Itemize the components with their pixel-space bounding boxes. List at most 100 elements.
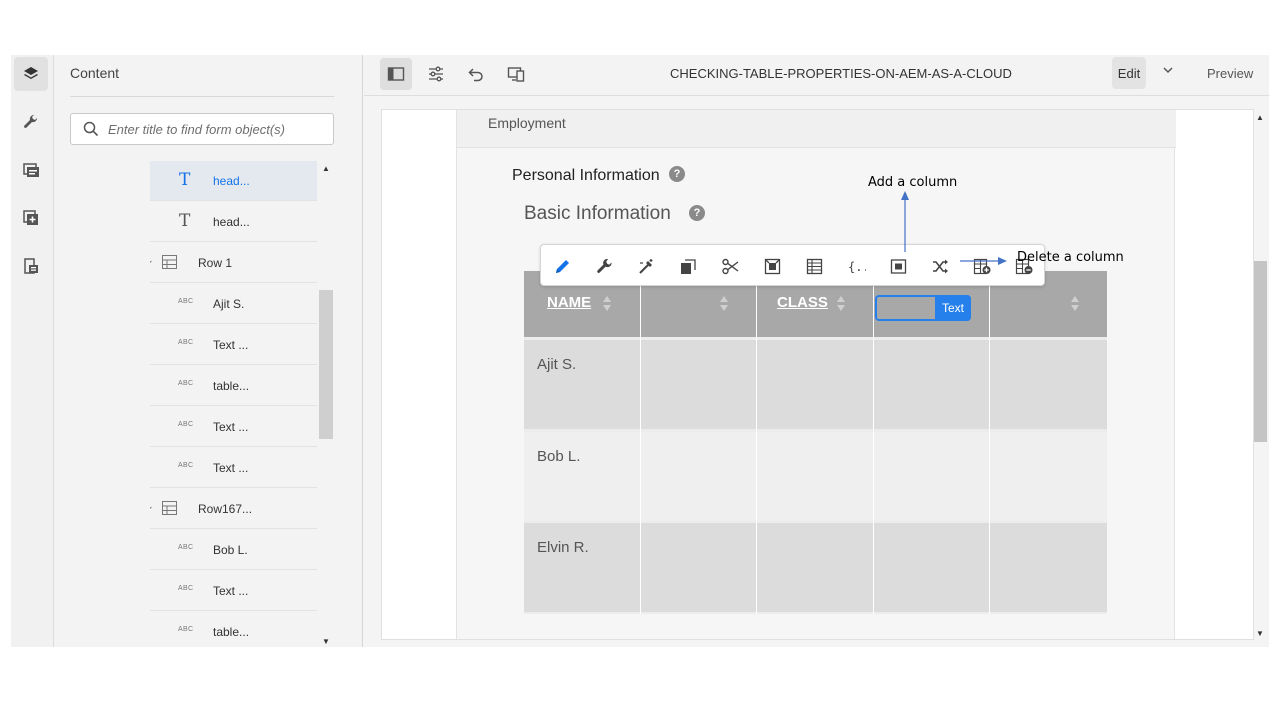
table-cell[interactable]: Elvin R. (537, 539, 589, 556)
column-header-name[interactable]: NAME (547, 294, 591, 311)
scroll-down-arrow-icon[interactable]: ▼ (322, 637, 330, 646)
tree-item-heading[interactable]: T head... (150, 161, 317, 201)
sort-icon[interactable] (1071, 296, 1079, 312)
tree-item-text-field[interactable]: ABC Ajit S. (150, 284, 317, 324)
column-divider (756, 271, 757, 614)
column-divider (989, 271, 990, 614)
scrollbar-thumb[interactable] (319, 290, 333, 439)
tree-item-text-field[interactable]: ABC Bob L. (150, 530, 317, 570)
style-icon[interactable] (633, 253, 659, 279)
editor-toolbar: CHECKING-TABLE-PROPERTIES-ON-AEM-AS-A-CL… (364, 55, 1269, 96)
form-canvas: Employment Personal Information ? Basic … (381, 109, 1254, 640)
scroll-up-arrow-icon[interactable]: ▲ (322, 164, 330, 173)
component-toolbar: {..} (540, 244, 1045, 286)
text-type-icon: T (179, 170, 191, 190)
preview-button[interactable]: Preview (1207, 66, 1253, 81)
rules-icon[interactable]: {..} (843, 253, 869, 279)
select-parent-icon[interactable] (759, 253, 785, 279)
tree-item-row[interactable]: ⌄ Row167... (150, 489, 317, 529)
column-header-class[interactable]: CLASS (777, 294, 828, 311)
panel-divider (70, 96, 334, 97)
toggle-side-panel-icon[interactable] (380, 58, 412, 90)
help-icon[interactable]: ? (689, 205, 705, 221)
canvas-scrollbar[interactable]: ▲ ▼ (1252, 109, 1269, 640)
tree-item-label: Ajit S. (213, 297, 245, 311)
abc-icon: ABC (178, 421, 194, 428)
sort-icon[interactable] (720, 296, 728, 312)
data-source-icon[interactable] (14, 249, 48, 283)
tree-item-text-field[interactable]: ABC Text ... (150, 448, 317, 488)
emulator-icon[interactable] (500, 58, 532, 90)
form-container: Employment Personal Information ? Basic … (456, 110, 1176, 639)
sort-icon[interactable] (603, 296, 611, 312)
scroll-down-arrow-icon[interactable]: ▼ (1256, 629, 1264, 638)
tree-item-label: Text ... (213, 584, 249, 598)
tree-item-label: Text ... (213, 461, 249, 475)
tree-item-label: table... (213, 625, 250, 639)
sort-icon[interactable] (837, 296, 845, 312)
column-divider (873, 271, 874, 614)
undo-icon[interactable] (460, 58, 492, 90)
copy-icon[interactable] (675, 253, 701, 279)
subtitle-heading[interactable]: Basic Information (524, 203, 671, 225)
abc-icon: ABC (178, 626, 194, 633)
add-component-icon[interactable] (14, 201, 48, 235)
tree-item-text-field[interactable]: ABC table... (150, 366, 317, 406)
form-template-icon[interactable] (14, 153, 48, 187)
column-divider (640, 271, 641, 614)
wrench-icon[interactable] (14, 105, 48, 139)
table-row[interactable]: Bob L. (524, 432, 1107, 521)
abc-icon: ABC (178, 585, 194, 592)
table-icon[interactable] (801, 253, 827, 279)
configure-icon[interactable] (591, 253, 617, 279)
abc-icon: ABC (178, 339, 194, 346)
scroll-up-arrow-icon[interactable]: ▲ (1256, 113, 1264, 122)
tree-item-label: Row167... (198, 502, 253, 516)
tree-item-text-field[interactable]: ABC Text ... (150, 571, 317, 611)
edit-mode-button[interactable]: Edit (1112, 57, 1146, 89)
row-table-icon (162, 255, 177, 269)
help-icon[interactable]: ? (669, 166, 685, 182)
tree-item-label: Bob L. (213, 543, 248, 557)
tree-item-label: Row 1 (198, 256, 233, 270)
tree-item-label: head... (213, 174, 250, 188)
data-table[interactable]: NAME CLASS Text Ajit S. Bob L. Elvin R. (524, 271, 1107, 614)
search-icon (83, 121, 99, 137)
tree-item-label: Text ... (213, 420, 249, 434)
component-type-badge: Text (935, 295, 971, 321)
search-input[interactable]: Enter title to find form object(s) (70, 113, 334, 145)
svg-text:{..}: {..} (848, 260, 866, 274)
tree-item-heading[interactable]: T head... (150, 202, 317, 242)
tree-item-label: table... (213, 379, 250, 393)
table-cell[interactable]: Ajit S. (537, 356, 576, 373)
tree-item-label: head... (213, 215, 250, 229)
annotation-delete-column: Delete a column (1017, 250, 1124, 265)
edit-icon[interactable] (549, 253, 575, 279)
abc-icon: ABC (178, 298, 194, 305)
search-placeholder: Enter title to find form object(s) (108, 121, 286, 137)
add-column-icon[interactable] (969, 253, 995, 279)
chevron-down-icon[interactable] (1161, 63, 1175, 77)
chevron-down-icon[interactable]: ⌄ (150, 255, 154, 266)
cut-icon[interactable] (717, 253, 743, 279)
chevron-down-icon[interactable]: ⌄ (150, 501, 154, 512)
content-tree: T head... T head... ⌄ Row 1 ABC Ajit S. … (150, 161, 317, 647)
document-title: CHECKING-TABLE-PROPERTIES-ON-AEM-AS-A-CL… (670, 66, 1012, 81)
tree-scrollbar[interactable]: ▲ ▼ (319, 161, 333, 647)
tree-item-text-field[interactable]: ABC table... (150, 612, 317, 647)
panel-title[interactable]: Personal Information (512, 167, 660, 185)
tree-item-text-field[interactable]: ABC Text ... (150, 325, 317, 365)
abc-icon: ABC (178, 462, 194, 469)
table-row[interactable]: Elvin R. (524, 523, 1107, 612)
shuffle-icon[interactable] (927, 253, 953, 279)
replace-icon[interactable] (885, 253, 911, 279)
tree-item-text-field[interactable]: ABC Text ... (150, 407, 317, 447)
tree-item-row[interactable]: ⌄ Row 1 (150, 243, 317, 283)
scrollbar-thumb[interactable] (1254, 261, 1267, 442)
page-properties-icon[interactable] (420, 58, 452, 90)
table-row[interactable]: Ajit S. (524, 340, 1107, 429)
tree-item-label: Text ... (213, 338, 249, 352)
layers-icon[interactable] (14, 57, 48, 91)
table-cell[interactable]: Bob L. (537, 448, 580, 465)
section-header[interactable]: Employment (457, 110, 1176, 148)
